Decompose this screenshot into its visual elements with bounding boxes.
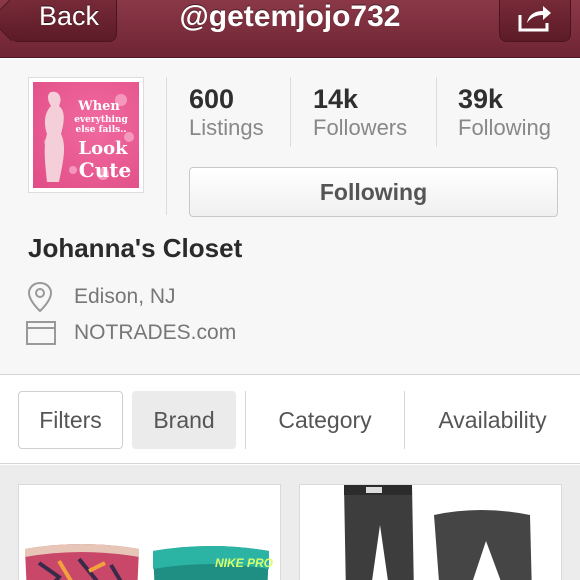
share-icon [518, 6, 551, 32]
browser-window-icon [26, 321, 56, 345]
website-row[interactable]: NOTRADES.com [26, 321, 236, 345]
location-pin-icon [27, 281, 53, 313]
location-row: Edison, NJ [26, 281, 176, 313]
stat-listings[interactable]: 600 Listings [189, 84, 264, 141]
stat-listings-value: 600 [189, 84, 235, 114]
listing-image [300, 485, 561, 580]
stat-followers-label: Followers [313, 115, 408, 140]
stat-following-value: 39k [458, 84, 504, 114]
avatar-text-3: else fails.. [76, 125, 127, 135]
avatar-text-5: Cute [79, 158, 131, 182]
avatar[interactable]: When everything else fails.. Look Cute [28, 77, 144, 193]
stat-following-label: Following [458, 115, 551, 140]
profile-divider [166, 77, 167, 215]
stat-divider [436, 77, 437, 147]
avatar-text-4: Look [78, 138, 128, 159]
avatar-image: When everything else fails.. Look Cute [33, 82, 139, 188]
availability-filter[interactable]: Availability [410, 391, 575, 449]
stat-divider [290, 77, 291, 147]
location-text: Edison, NJ [74, 285, 176, 308]
listing-1-brand-text: NIKE PRO [215, 556, 274, 570]
filter-divider [404, 391, 405, 449]
stat-followers-value: 14k [313, 84, 359, 114]
avatar-text-1: When [77, 99, 120, 114]
closet-name: Johanna's Closet [28, 233, 243, 263]
navigation-bar: Back @getemjojo732 [0, 0, 580, 58]
stat-followers[interactable]: 14k Followers [313, 84, 407, 141]
brand-filter[interactable]: Brand [132, 391, 236, 449]
filter-bar: Filters Brand Category Availability [0, 376, 580, 464]
profile-header: When everything else fails.. Look Cute 6… [0, 59, 580, 375]
listing-card[interactable]: NIKE PRO [18, 484, 281, 580]
share-button[interactable] [499, 0, 571, 42]
stat-following[interactable]: 39k Following [458, 84, 551, 141]
avatar-text-2: everything [74, 115, 128, 125]
filters-button[interactable]: Filters [18, 391, 123, 449]
filter-divider [245, 391, 246, 449]
listing-card[interactable] [299, 484, 562, 580]
back-button-label: Back [39, 1, 100, 31]
website-link[interactable]: NOTRADES.com [74, 321, 236, 345]
following-button[interactable]: Following [189, 167, 558, 217]
listings-grid: NIKE PRO [0, 465, 580, 580]
category-filter[interactable]: Category [250, 391, 400, 449]
listing-image: NIKE PRO [19, 485, 280, 580]
stat-listings-label: Listings [189, 115, 264, 140]
